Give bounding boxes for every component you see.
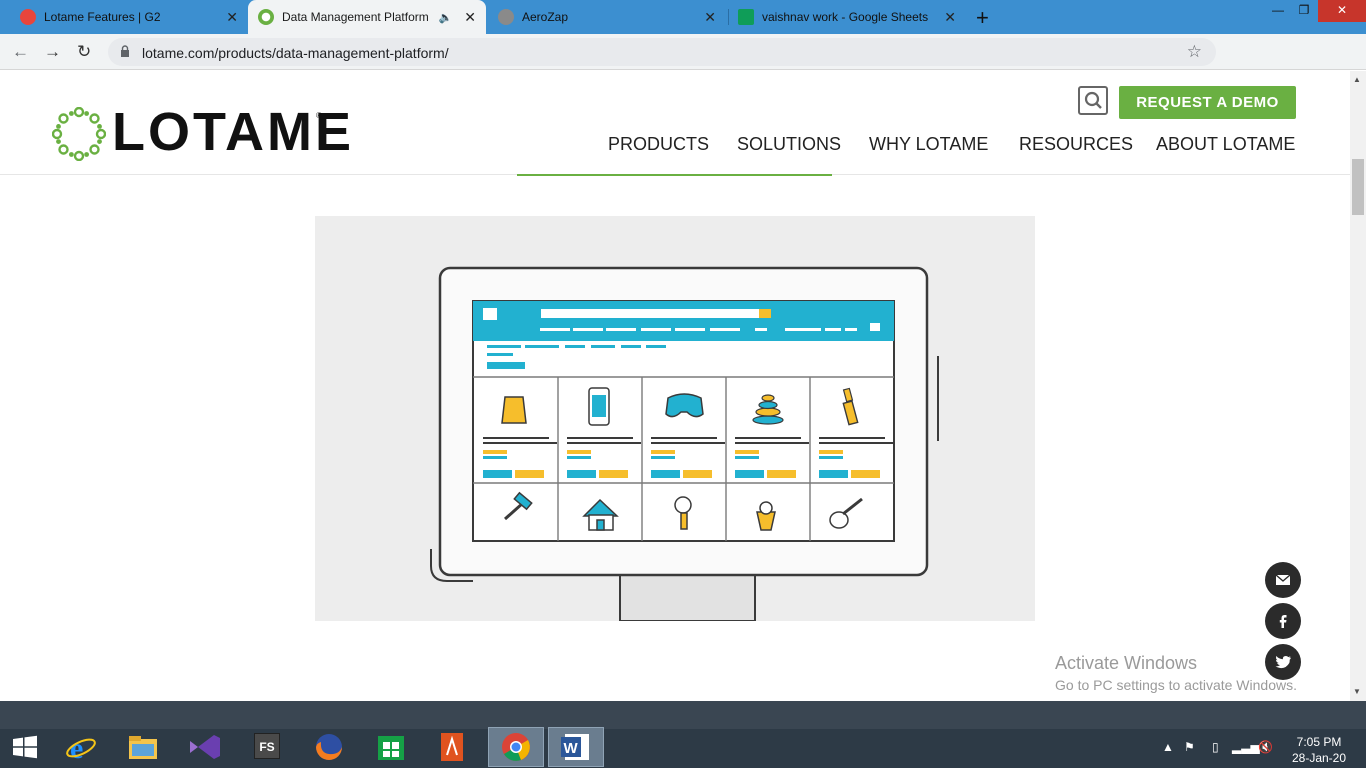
- back-arrow-icon[interactable]: ←: [12, 42, 29, 62]
- acrobat-taskbar-button[interactable]: [428, 727, 478, 767]
- lock-icon: [121, 45, 129, 57]
- firefox-icon: [316, 734, 342, 760]
- twitter-share-button[interactable]: [1265, 644, 1301, 680]
- fs-app-icon: FS: [254, 733, 280, 759]
- volume-muted-icon[interactable]: 🔇: [1258, 740, 1273, 754]
- browser-toolbar: ← → ↻ lotame.com/products/data-managemen…: [0, 34, 1366, 97]
- folder-icon: [129, 736, 157, 759]
- activate-windows-title: Activate Windows: [1055, 653, 1198, 673]
- firefox-taskbar-button[interactable]: [304, 727, 354, 767]
- store-taskbar-button[interactable]: [366, 727, 416, 767]
- store-icon: [378, 736, 404, 760]
- tab-title: vaishnav work - Google Sheets: [762, 10, 929, 24]
- internet-explorer-taskbar-button[interactable]: e: [56, 727, 106, 767]
- tab-close-icon[interactable]: ✕: [704, 9, 716, 26]
- nav-solutions[interactable]: SOLUTIONS: [737, 134, 841, 155]
- internet-explorer-icon: e: [66, 732, 96, 765]
- visual-studio-taskbar-button[interactable]: [180, 727, 230, 767]
- lotame-favicon-icon: [258, 9, 274, 25]
- visual-studio-icon: [190, 735, 220, 759]
- tab-close-icon[interactable]: ✕: [944, 9, 956, 26]
- tab-title: Lotame Features | G2: [44, 10, 161, 24]
- facebook-share-button[interactable]: [1265, 603, 1301, 639]
- fs-app-taskbar-button[interactable]: FS: [242, 727, 292, 767]
- nav-about-lotame[interactable]: ABOUT LOTAME: [1156, 134, 1295, 155]
- chrome-icon: [502, 733, 530, 761]
- section-underline: [517, 174, 832, 176]
- site-search-button[interactable]: [1078, 86, 1108, 115]
- twitter-icon: [1275, 656, 1291, 669]
- bookmark-star-icon[interactable]: ☆: [1187, 42, 1202, 62]
- show-hidden-icons-icon[interactable]: ▲: [1162, 740, 1174, 754]
- window-close-button[interactable]: ✕: [1318, 0, 1366, 22]
- registered-mark: ®: [316, 111, 322, 120]
- clock-time: 7:05 PM: [1296, 735, 1342, 749]
- windows-logo-icon: [13, 735, 37, 759]
- acrobat-icon: [441, 733, 463, 761]
- reload-icon[interactable]: ↻: [77, 42, 91, 62]
- facebook-icon: [1279, 615, 1287, 628]
- tab-close-icon[interactable]: ✕: [226, 9, 238, 26]
- tab-data-management-platform[interactable]: Data Management Platform 🔈 ✕: [248, 0, 486, 34]
- page-viewport: LOTAME ® REQUEST A DEMO PRODUCTS SOLUTIO…: [0, 71, 1350, 701]
- svg-text:W: W: [564, 740, 579, 757]
- word-icon: W: [561, 734, 589, 760]
- search-icon: [1084, 91, 1102, 109]
- svg-text:e: e: [70, 732, 83, 765]
- activate-windows-subtitle: Go to PC settings to activate Windows.: [1055, 677, 1297, 693]
- nav-resources[interactable]: RESOURCES: [1019, 134, 1133, 155]
- chrome-taskbar-button[interactable]: [488, 727, 544, 767]
- file-explorer-taskbar-button[interactable]: [118, 727, 168, 767]
- action-center-flag-icon[interactable]: ⚑: [1184, 740, 1195, 754]
- system-clock[interactable]: 7:05 PM 28-Jan-20: [1284, 734, 1354, 766]
- tab-title: AeroZap: [522, 10, 569, 24]
- tab-aerozap[interactable]: AeroZap ✕: [488, 0, 726, 34]
- tab-lotame-features[interactable]: Lotame Features | G2 ✕: [10, 0, 248, 34]
- nav-products[interactable]: PRODUCTS: [608, 134, 709, 155]
- forward-arrow-icon[interactable]: →: [44, 42, 61, 62]
- new-tab-button[interactable]: +: [976, 5, 989, 31]
- mail-share-button[interactable]: [1265, 562, 1301, 598]
- ecommerce-illustration: [315, 216, 1035, 621]
- taskbar-preview-strip: [0, 701, 1366, 729]
- browser-tab-strip: Lotame Features | G2 ✕ Data Management P…: [0, 0, 1366, 34]
- address-bar[interactable]: lotame.com/products/data-management-plat…: [108, 38, 1216, 66]
- tab-google-sheets[interactable]: vaishnav work - Google Sheets ✕: [728, 0, 966, 34]
- sheets-favicon-icon: [738, 9, 754, 25]
- url-text[interactable]: lotame.com/products/data-management-plat…: [142, 45, 449, 61]
- request-demo-button[interactable]: REQUEST A DEMO: [1119, 86, 1296, 119]
- lotame-logo-mark-icon[interactable]: [52, 107, 106, 161]
- mail-icon: [1275, 574, 1291, 585]
- clock-date: 28-Jan-20: [1291, 751, 1347, 765]
- g2-favicon-icon: [20, 9, 36, 25]
- tab-title: Data Management Platform: [282, 10, 429, 24]
- network-signal-icon[interactable]: ▂▃▅: [1232, 740, 1260, 754]
- scroll-up-arrow-icon[interactable]: ▲: [1353, 75, 1361, 84]
- word-taskbar-button[interactable]: W: [548, 727, 604, 767]
- battery-icon[interactable]: ▯: [1212, 740, 1219, 754]
- scroll-thumb[interactable]: [1352, 159, 1364, 215]
- globe-favicon-icon: [498, 9, 514, 25]
- restore-button[interactable]: ❐: [1286, 0, 1322, 22]
- tab-close-icon[interactable]: ✕: [464, 9, 476, 26]
- site-header: LOTAME ® REQUEST A DEMO PRODUCTS SOLUTIO…: [0, 71, 1350, 175]
- page-scrollbar[interactable]: ▲ ▼: [1350, 71, 1366, 701]
- nav-why-lotame[interactable]: WHY LOTAME: [869, 134, 988, 155]
- scroll-down-arrow-icon[interactable]: ▼: [1353, 687, 1361, 696]
- start-button[interactable]: [0, 727, 50, 767]
- audio-playing-icon[interactable]: 🔈: [439, 11, 453, 24]
